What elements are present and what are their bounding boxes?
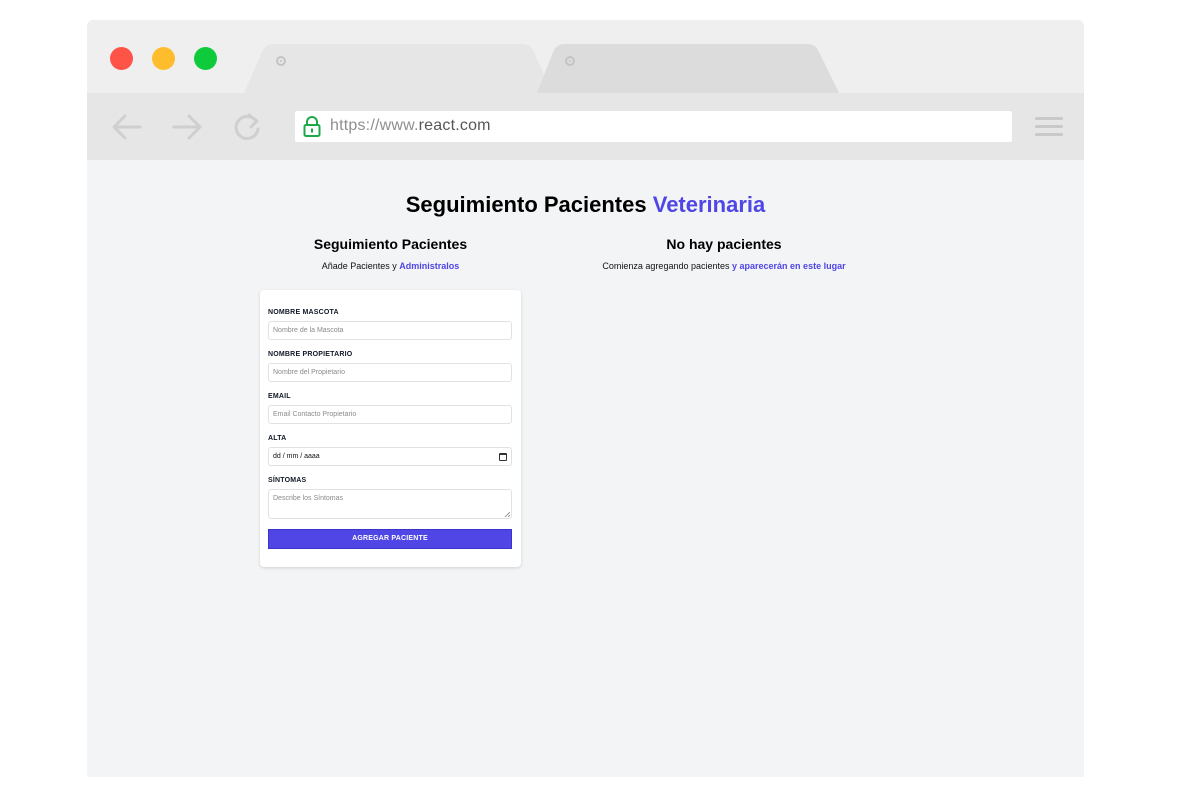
- pet-name-label: NOMBRE MASCOTA: [268, 309, 339, 316]
- maximize-window-button[interactable]: [194, 47, 217, 70]
- page-title-accent: Veterinaria: [652, 192, 766, 217]
- address-bar[interactable]: https://www.react.com: [295, 111, 1012, 142]
- patient-list-subtitle-text: Comienza agregando pacientes: [602, 261, 730, 271]
- page-title: Seguimiento Pacientes Veterinaria: [87, 192, 1084, 218]
- date-value: dd / mm / aaaa: [273, 453, 320, 460]
- url-host: react.com: [418, 117, 491, 134]
- form-section-header: Seguimiento Pacientes Añade Pacientes y …: [260, 236, 521, 271]
- form-section-subtitle-text: Añade Pacientes y: [321, 261, 397, 271]
- form-section-subtitle-accent: Administralos: [399, 261, 460, 271]
- email-placeholder: Email Contacto Propietario: [273, 411, 357, 418]
- patient-list-title: No hay pacientes: [666, 236, 782, 252]
- tab-close-icon[interactable]: [565, 56, 575, 66]
- symptoms-placeholder: Describe los Síntomas: [273, 495, 344, 502]
- browser-tab[interactable]: [537, 44, 839, 93]
- symptoms-textarea[interactable]: Describe los Síntomas: [268, 489, 512, 519]
- owner-name-placeholder: Nombre del Propietario: [273, 369, 345, 376]
- email-input[interactable]: Email Contacto Propietario: [268, 405, 512, 424]
- reload-icon[interactable]: [232, 113, 262, 141]
- form-section-subtitle: Añade Pacientes y Administralos: [260, 261, 521, 271]
- add-patient-button[interactable]: AGREGAR PACIENTE: [268, 529, 512, 549]
- tab-bar: [87, 20, 1084, 93]
- page-content: Seguimiento Pacientes Veterinaria Seguim…: [87, 160, 1084, 777]
- url-text: https://www.react.com: [330, 117, 491, 135]
- tab-close-icon[interactable]: [276, 56, 286, 66]
- minimize-window-button[interactable]: [152, 47, 175, 70]
- form-section-title: Seguimiento Pacientes: [313, 236, 468, 252]
- patient-list-header: No hay pacientes Comienza agregando paci…: [570, 236, 878, 271]
- symptoms-label: SÍNTOMAS: [268, 477, 307, 484]
- page-title-main: Seguimiento Pacientes: [405, 192, 647, 217]
- owner-name-input[interactable]: Nombre del Propietario: [268, 363, 512, 382]
- calendar-icon[interactable]: [499, 453, 507, 461]
- browser-window: https://www.react.com Seguimiento Pacien…: [87, 20, 1084, 777]
- email-label: EMAIL: [268, 393, 291, 400]
- date-input[interactable]: dd / mm / aaaa: [268, 447, 512, 466]
- pet-name-placeholder: Nombre de la Mascota: [273, 327, 344, 334]
- back-arrow-icon[interactable]: [112, 113, 142, 141]
- menu-icon[interactable]: [1035, 117, 1063, 137]
- date-label: ALTA: [268, 435, 287, 442]
- close-window-button[interactable]: [110, 47, 133, 70]
- resize-handle-icon[interactable]: [504, 511, 510, 517]
- lock-icon: [303, 116, 321, 137]
- browser-toolbar: https://www.react.com: [87, 93, 1084, 160]
- pet-name-input[interactable]: Nombre de la Mascota: [268, 321, 512, 340]
- patient-list-subtitle-accent: y aparecerán en este lugar: [732, 261, 846, 271]
- patient-form: NOMBRE MASCOTA Nombre de la Mascota NOMB…: [260, 290, 521, 567]
- patient-list-subtitle: Comienza agregando pacientes y aparecerá…: [570, 261, 878, 271]
- browser-tab-active[interactable]: [244, 44, 554, 93]
- url-scheme: https://www.: [330, 117, 419, 134]
- owner-name-label: NOMBRE PROPIETARIO: [268, 351, 353, 358]
- forward-arrow-icon[interactable]: [172, 113, 202, 141]
